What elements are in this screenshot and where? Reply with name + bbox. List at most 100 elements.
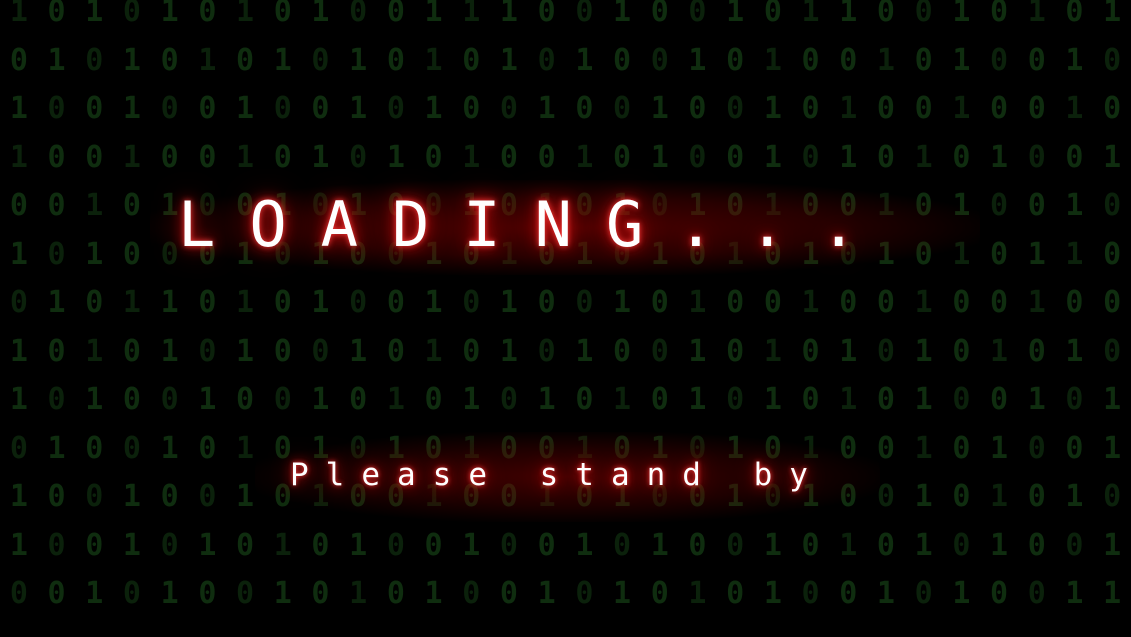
binary-digit: 0 xyxy=(726,139,745,175)
binary-digit: 1 xyxy=(1027,382,1046,417)
binary-digit: 0 xyxy=(688,527,707,563)
binary-digit: 1 xyxy=(613,0,632,29)
binary-digit: 1 xyxy=(462,139,481,175)
binary-digit: 0 xyxy=(650,333,669,369)
binary-digit: 1 xyxy=(160,576,179,611)
binary-digit: 0 xyxy=(688,91,707,126)
binary-digit: 1 xyxy=(990,430,1009,466)
binary-digit: 0 xyxy=(236,42,255,78)
binary-digit: 0 xyxy=(311,576,330,611)
binary-digit: 0 xyxy=(1065,139,1084,175)
binary-digit: 1 xyxy=(952,91,971,126)
binary-digit: 1 xyxy=(273,576,292,611)
binary-digit: 1 xyxy=(1103,527,1122,563)
binary-digit: 1 xyxy=(311,382,330,417)
binary-digit: 0 xyxy=(801,42,820,78)
binary-digit: 1 xyxy=(763,42,782,78)
binary-digit: 1 xyxy=(9,0,28,29)
binary-digit: 0 xyxy=(499,91,518,126)
binary-digit: 0 xyxy=(876,0,895,29)
binary-digit: 1 xyxy=(499,0,518,29)
binary-digit: 0 xyxy=(1027,576,1046,611)
binary-digit: 0 xyxy=(876,333,895,369)
binary-digit: 0 xyxy=(47,382,66,417)
binary-digit: 1 xyxy=(349,91,368,126)
binary-digit: 1 xyxy=(613,285,632,320)
binary-digit: 0 xyxy=(876,139,895,175)
binary-digit: 1 xyxy=(273,527,292,563)
binary-digit: 1 xyxy=(914,527,933,563)
binary-digit: 1 xyxy=(85,382,104,417)
binary-digit: 0 xyxy=(801,91,820,126)
binary-digit: 0 xyxy=(198,285,217,320)
binary-digit: 1 xyxy=(650,527,669,563)
binary-digit: 1 xyxy=(1065,333,1084,369)
binary-digit: 1 xyxy=(839,139,858,175)
binary-digit: 0 xyxy=(1027,527,1046,563)
binary-digit: 1 xyxy=(1027,285,1046,320)
binary-digit: 1 xyxy=(160,285,179,320)
binary-digit: 0 xyxy=(85,139,104,175)
binary-digit: 0 xyxy=(1027,139,1046,175)
binary-digit: 0 xyxy=(1103,91,1122,126)
binary-digit: 0 xyxy=(613,333,632,369)
binary-digit: 0 xyxy=(462,333,481,369)
binary-digit: 1 xyxy=(47,42,66,78)
binary-digit: 0 xyxy=(763,285,782,320)
binary-digit: 0 xyxy=(650,382,669,417)
binary-digit: 0 xyxy=(537,333,556,369)
binary-digit: 1 xyxy=(9,333,28,369)
binary-digit: 1 xyxy=(990,479,1009,514)
binary-digit: 1 xyxy=(9,382,28,417)
binary-digit: 0 xyxy=(122,236,141,272)
binary-digit: 0 xyxy=(386,0,405,29)
binary-digit: 1 xyxy=(273,42,292,78)
binary-digit: 0 xyxy=(462,576,481,611)
binary-digit: 0 xyxy=(1103,236,1122,272)
binary-digit: 0 xyxy=(311,527,330,563)
binary-digit: 1 xyxy=(1027,236,1046,272)
binary-digit: 0 xyxy=(273,91,292,126)
binary-digit: 0 xyxy=(537,139,556,175)
binary-digit: 1 xyxy=(236,333,255,369)
binary-digit: 0 xyxy=(990,0,1009,29)
binary-digit: 0 xyxy=(9,285,28,320)
binary-digit: 0 xyxy=(1065,527,1084,563)
binary-digit: 0 xyxy=(537,42,556,78)
binary-digit: 0 xyxy=(876,91,895,126)
binary-digit: 1 xyxy=(688,42,707,78)
binary-digit: 0 xyxy=(952,285,971,320)
binary-digit: 0 xyxy=(386,527,405,563)
binary-digit: 0 xyxy=(876,382,895,417)
binary-digit: 1 xyxy=(688,285,707,320)
binary-digit: 1 xyxy=(160,0,179,29)
binary-digit: 1 xyxy=(424,91,443,126)
binary-digit: 0 xyxy=(952,527,971,563)
binary-digit: 0 xyxy=(763,0,782,29)
binary-row: 101001001010101010101010100101 xyxy=(0,380,1131,420)
binary-digit: 1 xyxy=(349,42,368,78)
binary-digit: 0 xyxy=(1065,0,1084,29)
binary-digit: 0 xyxy=(9,188,28,223)
binary-digit: 1 xyxy=(839,333,858,369)
binary-digit: 1 xyxy=(85,0,104,29)
binary-digit: 0 xyxy=(85,91,104,126)
binary-digit: 0 xyxy=(462,42,481,78)
binary-digit: 0 xyxy=(349,0,368,29)
binary-digit: 0 xyxy=(273,0,292,29)
binary-digit: 0 xyxy=(198,0,217,29)
binary-digit: 1 xyxy=(122,42,141,78)
binary-digit: 1 xyxy=(952,42,971,78)
binary-digit: 0 xyxy=(160,382,179,417)
binary-row: 100100100101001001001010010010 xyxy=(0,89,1131,129)
binary-digit: 0 xyxy=(688,139,707,175)
binary-digit: 0 xyxy=(160,527,179,563)
binary-digit: 1 xyxy=(9,139,28,175)
binary-digit: 0 xyxy=(914,576,933,611)
binary-digit: 1 xyxy=(650,91,669,126)
binary-digit: 0 xyxy=(349,382,368,417)
binary-digit: 1 xyxy=(1103,139,1122,175)
binary-digit: 0 xyxy=(198,576,217,611)
binary-digit: 0 xyxy=(801,333,820,369)
binary-digit: 0 xyxy=(876,285,895,320)
